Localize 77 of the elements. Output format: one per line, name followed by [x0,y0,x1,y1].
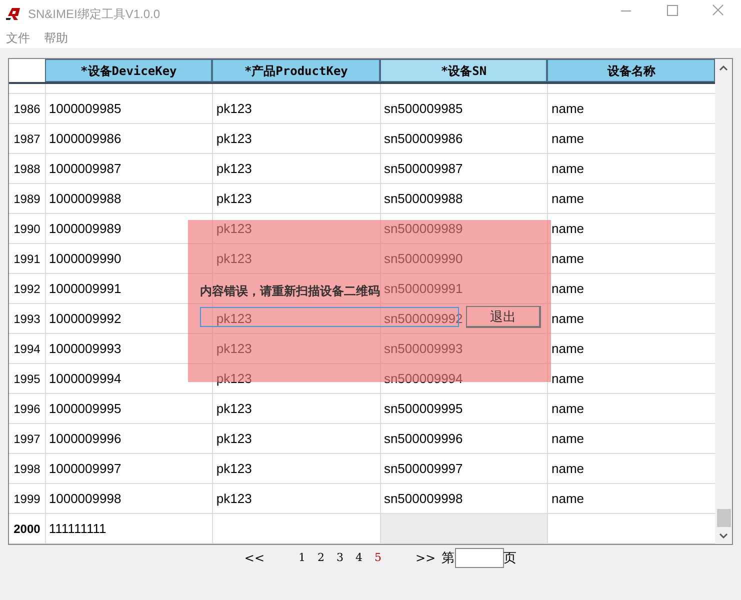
table-cell: sn500009988 [380,184,548,213]
table-cell: sn500009994 [380,364,548,393]
table-cell: 1000009988 [44,184,212,213]
table-cell: sn500009996 [380,424,548,453]
row-number: 1996 [12,400,42,418]
row-number: 1995 [12,370,42,388]
table-cell: pk123 [212,214,380,243]
last-page-link[interactable]: >> [416,549,436,567]
menu-item[interactable]: 文件 [6,29,30,47]
window-title: SN&IMEI绑定工具V1.0.0 [28,6,160,23]
table-cell: sn500009987 [380,154,548,183]
page-link[interactable]: 2 [318,550,324,566]
error-message: 内容错误，请重新扫描设备二维码 [200,283,380,300]
row-number: 2000 [12,520,42,538]
table-cell: pk123 [212,484,380,513]
table-cell: pk123 [212,334,380,363]
table-cell: pk123 [212,364,380,393]
menu-item[interactable]: 帮助 [44,29,68,47]
table-cell: 1000009993 [44,334,212,363]
row-number: 1997 [12,430,42,448]
table-cell: 1000009994 [44,364,212,393]
row-number: 1993 [12,310,42,328]
table-cell: 1000009989 [44,214,212,243]
table-cell: pk123 [212,94,380,123]
row-number: 1992 [12,280,42,298]
table-cell: sn500009985 [380,94,548,123]
row-number: 1988 [12,160,42,178]
page-link[interactable]: 1 [298,550,306,566]
table-cell: sn500009990 [380,244,548,273]
table-cell: 1000009985 [44,94,212,123]
table-cell: pk123 [212,244,380,273]
row-number: 1990 [12,220,42,238]
row-number: 1991 [12,250,42,268]
table-cell: 1000009998 [44,484,212,513]
table-cell: pk123 [212,124,380,153]
page-prefix: 第 [442,549,455,568]
exit-button[interactable]: 退出 [466,306,541,328]
row-number: 1999 [12,490,42,508]
table-cell: pk123 [212,184,380,213]
row-number: 1994 [12,340,42,358]
column-header[interactable]: *设备SN [380,59,548,82]
row-number: 1998 [12,460,42,478]
table-cell: sn500009989 [380,214,548,243]
table-cell: pk123 [212,394,380,423]
row-number: 1989 [12,190,42,208]
column-header[interactable]: 设备名称 [547,59,716,82]
scroll-thumb[interactable] [716,509,730,527]
table-cell: sn500009998 [380,484,548,513]
table-cell: 1000009992 [44,304,212,333]
table-cell: pk123 [212,154,380,183]
page-suffix: 页 [504,549,517,568]
table-cell: 1000009995 [44,394,212,423]
table-cell: 1000009990 [44,244,212,273]
table-cell: 1000009996 [44,424,212,453]
table-cell: 1000009987 [44,154,212,183]
page-input[interactable] [454,548,504,568]
table-cell: sn500009997 [380,454,548,483]
column-header[interactable]: *设备DeviceKey [44,59,212,82]
logo-icon [6,8,22,20]
table-cell: 1000009997 [44,454,212,483]
table-cell: sn500009991 [380,274,548,303]
table-cell: sn500009986 [380,124,548,153]
table-cell: pk123 [212,454,380,483]
page-link[interactable]: 5 [374,550,382,566]
table-cell: 1000009986 [44,124,212,153]
table-cell: sn500009993 [380,334,548,363]
table-cell: pk123 [212,424,380,453]
column-header[interactable]: *产品ProductKey [212,59,380,82]
scrollbar[interactable] [715,59,732,544]
table-cell: 111111111 [44,514,212,543]
table-cell: pk123 [212,304,380,333]
table-cell: sn500009995 [380,394,548,423]
row-number: 1986 [12,100,42,118]
page-link[interactable]: 4 [356,550,362,566]
row-number: 1987 [12,130,42,148]
page-link[interactable]: 3 [336,550,344,566]
first-page-link[interactable]: << [244,549,264,567]
